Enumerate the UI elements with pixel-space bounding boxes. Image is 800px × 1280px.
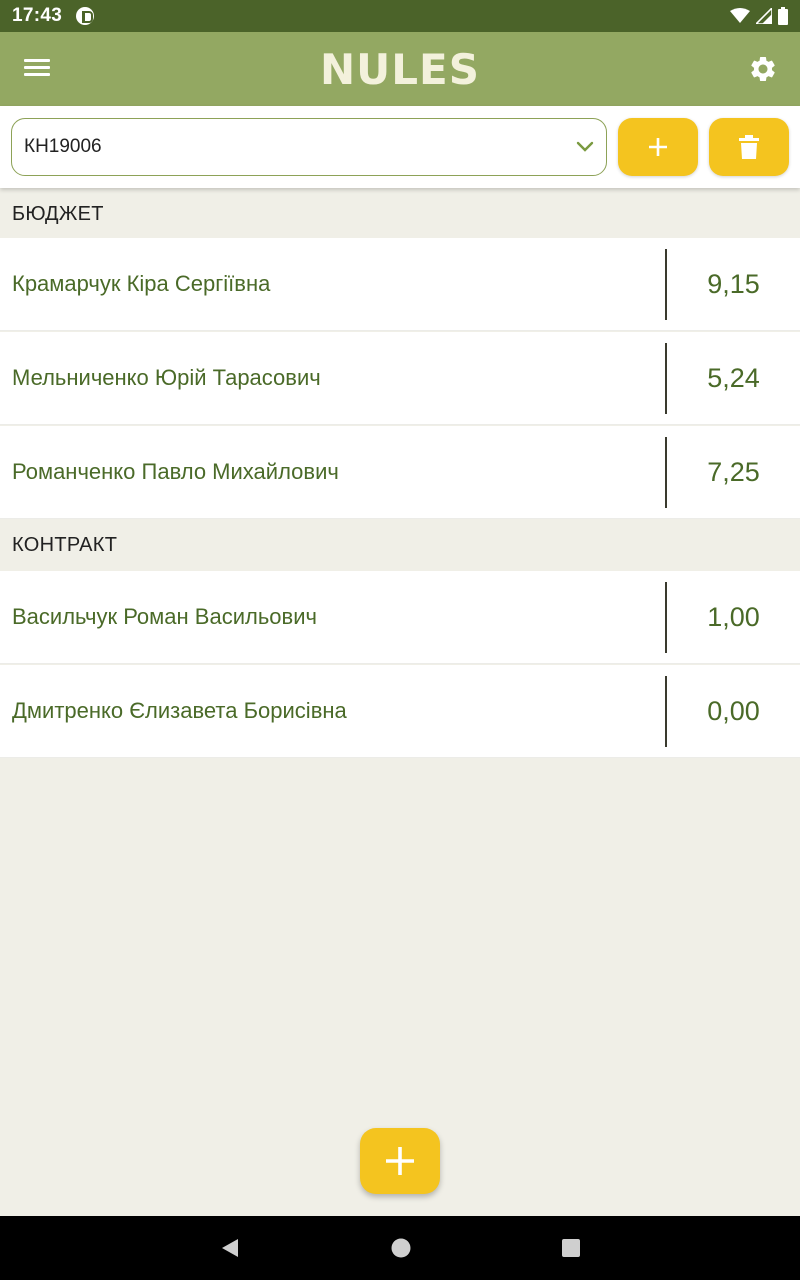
student-name: Дмитренко Єлизавета Борисівна — [12, 698, 347, 723]
status-time: 17:43 — [12, 5, 63, 26]
wifi-icon — [730, 8, 750, 23]
delete-group-button[interactable] — [709, 118, 789, 176]
trash-icon — [739, 135, 759, 159]
plus-icon — [386, 1147, 414, 1175]
group-dropdown-value: КН19006 — [24, 136, 102, 157]
student-name: Мельниченко Юрій Тарасович — [12, 365, 321, 390]
student-row[interactable]: Романченко Павло Михайлович 7,25 — [0, 426, 800, 519]
notification-icon — [76, 7, 95, 25]
section-header-budget: БЮДЖЕТ — [12, 202, 104, 225]
gear-icon[interactable] — [748, 54, 778, 84]
student-score: 9,15 — [707, 268, 760, 299]
student-score: 5,24 — [707, 362, 760, 393]
status-icons — [730, 7, 788, 25]
recent-apps-icon[interactable] — [559, 1236, 583, 1260]
student-name: Романченко Павло Михайлович — [12, 459, 339, 484]
chevron-down-icon — [576, 141, 594, 152]
student-row[interactable]: Крамарчук Кіра Сергіївна 9,15 — [0, 238, 800, 331]
status-bar: 17:43 — [0, 0, 800, 32]
student-name: Крамарчук Кіра Сергіївна — [12, 271, 271, 296]
app-bar: NULES — [0, 32, 800, 106]
add-student-fab[interactable] — [360, 1128, 440, 1194]
add-group-button[interactable] — [618, 118, 698, 176]
student-score: 7,25 — [707, 456, 760, 487]
signal-icon — [756, 8, 772, 24]
student-row[interactable]: Васильчук Роман Васильович 1,00 — [0, 571, 800, 664]
system-nav-bar — [0, 1216, 800, 1280]
student-score: 0,00 — [707, 695, 760, 726]
student-row[interactable]: Дмитренко Єлизавета Борисівна 0,00 — [0, 665, 800, 758]
student-row[interactable]: Мельниченко Юрій Тарасович 5,24 — [0, 332, 800, 425]
student-name: Васильчук Роман Васильович — [12, 604, 317, 629]
back-icon[interactable] — [218, 1236, 242, 1260]
group-dropdown[interactable]: КН19006 — [11, 118, 607, 176]
hamburger-menu-icon[interactable] — [22, 56, 52, 82]
app-title: NULES — [320, 44, 480, 94]
home-icon[interactable] — [389, 1236, 413, 1260]
battery-icon — [778, 7, 788, 25]
plus-icon — [649, 138, 667, 156]
student-score: 1,00 — [707, 601, 760, 632]
group-toolbar: КН19006 — [0, 106, 800, 188]
section-header-contract: КОНТРАКТ — [12, 533, 118, 556]
